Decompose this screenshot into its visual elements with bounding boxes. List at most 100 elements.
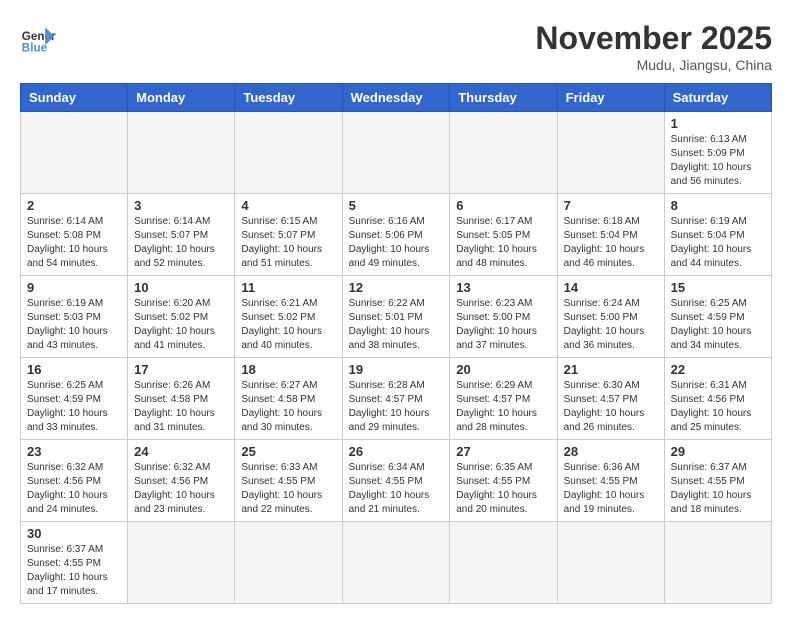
day-info: Sunrise: 6:25 AM Sunset: 4:59 PM Dayligh… [27, 379, 121, 435]
day-info: Sunrise: 6:28 AM Sunset: 4:57 PM Dayligh… [349, 379, 444, 435]
day-info: Sunrise: 6:25 AM Sunset: 4:59 PM Dayligh… [671, 297, 765, 353]
day-cell: 9 Sunrise: 6:19 AM Sunset: 5:03 PM Daylig… [21, 276, 128, 358]
weekday-header-tuesday: Tuesday [235, 84, 342, 112]
day-number: 8 [671, 198, 765, 213]
weekday-header-monday: Monday [128, 84, 235, 112]
day-cell: 4 Sunrise: 6:15 AM Sunset: 5:07 PM Daylig… [235, 194, 342, 276]
day-number: 15 [671, 280, 765, 295]
day-cell: 21 Sunrise: 6:30 AM Sunset: 4:57 PM Dayli… [557, 358, 664, 440]
day-cell: 8 Sunrise: 6:19 AM Sunset: 5:04 PM Daylig… [664, 194, 771, 276]
day-number: 10 [134, 280, 228, 295]
day-cell: 23Sunrise: 6:32 AM Sunset: 4:56 PM Dayli… [21, 440, 128, 522]
day-info: Sunrise: 6:27 AM Sunset: 4:58 PM Dayligh… [241, 379, 335, 435]
day-cell: 22 Sunrise: 6:31 AM Sunset: 4:56 PM Dayli… [664, 358, 771, 440]
day-cell: 19 Sunrise: 6:28 AM Sunset: 4:57 PM Dayli… [342, 358, 450, 440]
day-info: Sunrise: 6:30 AM Sunset: 4:57 PM Dayligh… [564, 379, 658, 435]
day-number: 26 [349, 444, 444, 459]
week-row-6: 30Sunrise: 6:37 AM Sunset: 4:55 PM Dayli… [21, 522, 772, 604]
day-info: Sunrise: 6:18 AM Sunset: 5:04 PM Dayligh… [564, 215, 658, 271]
day-info: Sunrise: 6:14 AM Sunset: 5:08 PM Dayligh… [27, 215, 121, 271]
day-cell: 24Sunrise: 6:32 AM Sunset: 4:56 PM Dayli… [128, 440, 235, 522]
day-number: 21 [564, 362, 658, 377]
day-cell [450, 112, 557, 194]
week-row-2: 2 Sunrise: 6:14 AM Sunset: 5:08 PM Daylig… [21, 194, 772, 276]
day-cell: 18Sunrise: 6:27 AM Sunset: 4:58 PM Dayli… [235, 358, 342, 440]
weekday-header-sunday: Sunday [21, 84, 128, 112]
day-info: Sunrise: 6:24 AM Sunset: 5:00 PM Dayligh… [564, 297, 658, 353]
day-cell: 1 Sunrise: 6:13 AM Sunset: 5:09 PM Daylig… [664, 112, 771, 194]
day-number: 25 [241, 444, 335, 459]
title-area: November 2025 Mudu, Jiangsu, China [535, 20, 772, 73]
day-cell: 13 Sunrise: 6:23 AM Sunset: 5:00 PM Dayli… [450, 276, 557, 358]
day-cell: 17Sunrise: 6:26 AM Sunset: 4:58 PM Dayli… [128, 358, 235, 440]
day-number: 19 [349, 362, 444, 377]
day-number: 4 [241, 198, 335, 213]
day-info: Sunrise: 6:36 AM Sunset: 4:55 PM Dayligh… [564, 461, 658, 517]
logo-icon: General Blue [20, 20, 56, 56]
day-number: 29 [671, 444, 765, 459]
day-info: Sunrise: 6:33 AM Sunset: 4:55 PM Dayligh… [241, 461, 335, 517]
day-number: 5 [349, 198, 444, 213]
day-cell [128, 522, 235, 604]
day-number: 13 [456, 280, 550, 295]
day-cell: 28Sunrise: 6:36 AM Sunset: 4:55 PM Dayli… [557, 440, 664, 522]
day-cell: 3 Sunrise: 6:14 AM Sunset: 5:07 PM Daylig… [128, 194, 235, 276]
calendar: SundayMondayTuesdayWednesdayThursdayFrid… [20, 83, 772, 604]
day-info: Sunrise: 6:32 AM Sunset: 4:56 PM Dayligh… [134, 461, 228, 517]
day-cell [235, 522, 342, 604]
day-info: Sunrise: 6:21 AM Sunset: 5:02 PM Dayligh… [241, 297, 335, 353]
day-cell: 20 Sunrise: 6:29 AM Sunset: 4:57 PM Dayli… [450, 358, 557, 440]
day-cell: 11 Sunrise: 6:21 AM Sunset: 5:02 PM Dayli… [235, 276, 342, 358]
day-number: 7 [564, 198, 658, 213]
day-number: 1 [671, 116, 765, 131]
day-number: 2 [27, 198, 121, 213]
day-info: Sunrise: 6:23 AM Sunset: 5:00 PM Dayligh… [456, 297, 550, 353]
day-info: Sunrise: 6:15 AM Sunset: 5:07 PM Dayligh… [241, 215, 335, 271]
location: Mudu, Jiangsu, China [535, 57, 772, 73]
day-info: Sunrise: 6:13 AM Sunset: 5:09 PM Dayligh… [671, 133, 765, 189]
day-number: 27 [456, 444, 550, 459]
weekday-header-friday: Friday [557, 84, 664, 112]
week-row-3: 9 Sunrise: 6:19 AM Sunset: 5:03 PM Daylig… [21, 276, 772, 358]
day-cell [450, 522, 557, 604]
day-number: 9 [27, 280, 121, 295]
day-cell: 6 Sunrise: 6:17 AM Sunset: 5:05 PM Daylig… [450, 194, 557, 276]
day-cell [128, 112, 235, 194]
day-cell: 16Sunrise: 6:25 AM Sunset: 4:59 PM Dayli… [21, 358, 128, 440]
day-number: 6 [456, 198, 550, 213]
week-row-4: 16Sunrise: 6:25 AM Sunset: 4:59 PM Dayli… [21, 358, 772, 440]
weekday-header-thursday: Thursday [450, 84, 557, 112]
day-info: Sunrise: 6:29 AM Sunset: 4:57 PM Dayligh… [456, 379, 550, 435]
day-number: 3 [134, 198, 228, 213]
day-info: Sunrise: 6:20 AM Sunset: 5:02 PM Dayligh… [134, 297, 228, 353]
day-number: 22 [671, 362, 765, 377]
week-row-1: 1 Sunrise: 6:13 AM Sunset: 5:09 PM Daylig… [21, 112, 772, 194]
day-number: 14 [564, 280, 658, 295]
month-title: November 2025 [535, 20, 772, 57]
day-cell [342, 112, 450, 194]
day-cell [235, 112, 342, 194]
day-number: 11 [241, 280, 335, 295]
day-cell: 10 Sunrise: 6:20 AM Sunset: 5:02 PM Dayli… [128, 276, 235, 358]
day-number: 12 [349, 280, 444, 295]
day-info: Sunrise: 6:19 AM Sunset: 5:03 PM Dayligh… [27, 297, 121, 353]
day-cell [557, 522, 664, 604]
day-cell: 5Sunrise: 6:16 AM Sunset: 5:06 PM Daylig… [342, 194, 450, 276]
weekday-header-wednesday: Wednesday [342, 84, 450, 112]
day-info: Sunrise: 6:35 AM Sunset: 4:55 PM Dayligh… [456, 461, 550, 517]
day-cell: 26 Sunrise: 6:34 AM Sunset: 4:55 PM Dayli… [342, 440, 450, 522]
day-info: Sunrise: 6:17 AM Sunset: 5:05 PM Dayligh… [456, 215, 550, 271]
day-info: Sunrise: 6:19 AM Sunset: 5:04 PM Dayligh… [671, 215, 765, 271]
day-info: Sunrise: 6:14 AM Sunset: 5:07 PM Dayligh… [134, 215, 228, 271]
day-info: Sunrise: 6:31 AM Sunset: 4:56 PM Dayligh… [671, 379, 765, 435]
day-info: Sunrise: 6:34 AM Sunset: 4:55 PM Dayligh… [349, 461, 444, 517]
day-number: 20 [456, 362, 550, 377]
day-cell: 2 Sunrise: 6:14 AM Sunset: 5:08 PM Daylig… [21, 194, 128, 276]
day-cell: 14 Sunrise: 6:24 AM Sunset: 5:00 PM Dayli… [557, 276, 664, 358]
day-cell [664, 522, 771, 604]
day-info: Sunrise: 6:37 AM Sunset: 4:55 PM Dayligh… [671, 461, 765, 517]
week-row-5: 23 Sunrise: 6:32 AM Sunset: 4:56 PM Dayli… [21, 440, 772, 522]
day-number: 23 [27, 444, 121, 459]
day-info: Sunrise: 6:22 AM Sunset: 5:01 PM Dayligh… [349, 297, 444, 353]
day-cell: 27 Sunrise: 6:35 AM Sunset: 4:55 PM Dayli… [450, 440, 557, 522]
